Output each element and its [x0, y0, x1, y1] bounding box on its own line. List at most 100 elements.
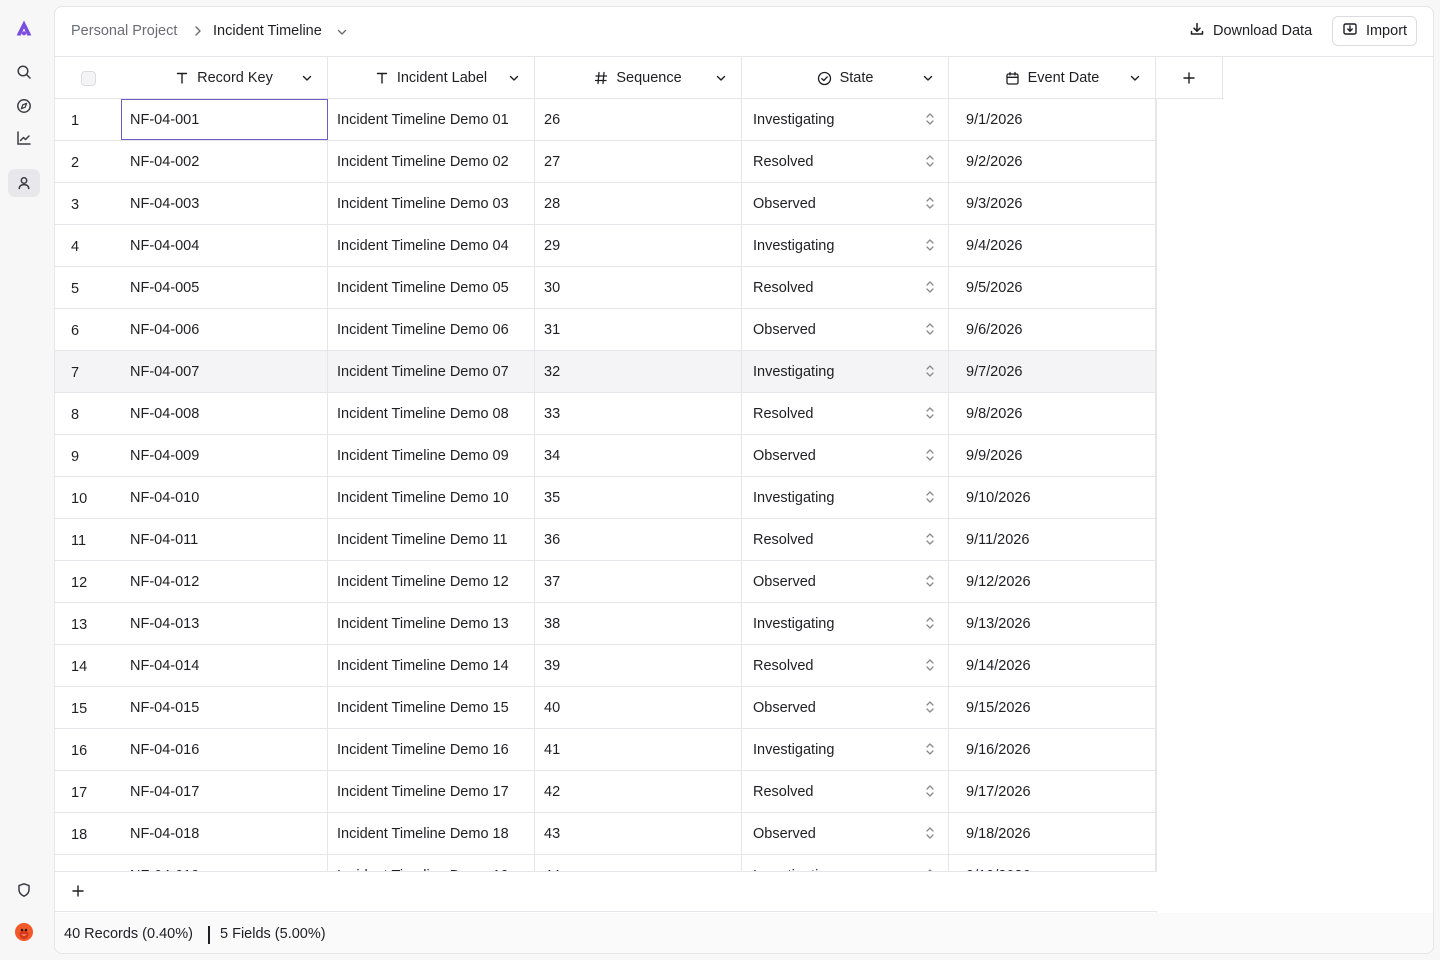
table-row[interactable]: 8 NF-04-008 Incident Timeline Demo 08 33 Res… — [55, 393, 1157, 435]
cell-sequence[interactable]: 35 — [535, 477, 742, 518]
select-updown-icon[interactable] — [925, 112, 935, 130]
cell-sequence[interactable]: 38 — [535, 603, 742, 644]
cell-record-key[interactable]: NF-04-012 — [121, 561, 328, 602]
table-row[interactable]: 14 NF-04-014 Incident Timeline Demo 14 39 Re… — [55, 645, 1157, 687]
column-header-event-date[interactable]: Event Date — [949, 57, 1156, 99]
cell-sequence[interactable]: 39 — [535, 645, 742, 686]
cell-sequence[interactable]: 33 — [535, 393, 742, 434]
cell-event-date[interactable]: 9/7/2026 — [949, 351, 1156, 392]
cell-sequence[interactable]: 32 — [535, 351, 742, 392]
table-row[interactable]: 12 NF-04-012 Incident Timeline Demo 12 37 Ob… — [55, 561, 1157, 603]
chevron-down-icon[interactable] — [336, 25, 348, 43]
cell-event-date[interactable]: 9/18/2026 — [949, 813, 1156, 854]
cell-event-date[interactable]: 9/19/2026 — [949, 855, 1156, 872]
cell-event-date[interactable]: 9/12/2026 — [949, 561, 1156, 602]
cell-sequence[interactable]: 42 — [535, 771, 742, 812]
column-header-record-key[interactable]: Record Key — [121, 57, 328, 99]
cell-incident-label[interactable]: Incident Timeline Demo 17 — [328, 771, 535, 812]
cell-state[interactable]: Investigating — [742, 225, 949, 266]
cell-record-key[interactable]: NF-04-013 — [121, 603, 328, 644]
shield-icon[interactable] — [8, 876, 40, 904]
select-updown-icon[interactable] — [925, 406, 935, 424]
cell-incident-label[interactable]: Incident Timeline Demo 05 — [328, 267, 535, 308]
cell-state[interactable]: Investigating — [742, 603, 949, 644]
cell-incident-label[interactable]: Incident Timeline Demo 13 — [328, 603, 535, 644]
cell-event-date[interactable]: 9/10/2026 — [949, 477, 1156, 518]
chevron-down-icon[interactable] — [1129, 72, 1141, 88]
cell-sequence[interactable]: 36 — [535, 519, 742, 560]
cell-state[interactable]: Investigating — [742, 99, 949, 140]
cell-state[interactable]: Observed — [742, 183, 949, 224]
avatar[interactable] — [8, 918, 40, 946]
column-header-sequence[interactable]: Sequence — [535, 57, 742, 99]
cell-event-date[interactable]: 9/4/2026 — [949, 225, 1156, 266]
cell-state[interactable]: Observed — [742, 813, 949, 854]
table-row[interactable]: 7 NF-04-007 Incident Timeline Demo 07 32 Inv… — [55, 351, 1157, 393]
cell-record-key[interactable]: NF-04-003 — [121, 183, 328, 224]
cell-event-date[interactable]: 9/16/2026 — [949, 729, 1156, 770]
cell-record-key[interactable]: NF-04-008 — [121, 393, 328, 434]
cell-sequence[interactable]: 30 — [535, 267, 742, 308]
cell-record-key[interactable]: NF-04-004 — [121, 225, 328, 266]
table-row[interactable]: 11 NF-04-011 Incident Timeline Demo 11 36 Re… — [55, 519, 1157, 561]
cell-state[interactable]: Resolved — [742, 771, 949, 812]
breadcrumb-project[interactable]: Personal Project — [71, 23, 177, 39]
select-updown-icon[interactable] — [925, 532, 935, 550]
cell-incident-label[interactable]: Incident Timeline Demo 12 — [328, 561, 535, 602]
cell-record-key[interactable]: NF-04-016 — [121, 729, 328, 770]
cell-sequence[interactable]: 40 — [535, 687, 742, 728]
cell-incident-label[interactable]: Incident Timeline Demo 09 — [328, 435, 535, 476]
table-row[interactable]: 4 NF-04-004 Incident Timeline Demo 04 29 Inv… — [55, 225, 1157, 267]
select-updown-icon[interactable] — [925, 574, 935, 592]
cell-event-date[interactable]: 9/13/2026 — [949, 603, 1156, 644]
cell-record-key[interactable]: NF-04-018 — [121, 813, 328, 854]
cell-state[interactable]: Resolved — [742, 645, 949, 686]
select-updown-icon[interactable] — [925, 784, 935, 802]
cell-sequence[interactable]: 34 — [535, 435, 742, 476]
cell-event-date[interactable]: 9/15/2026 — [949, 687, 1156, 728]
cell-state[interactable]: Investigating — [742, 477, 949, 518]
table-row[interactable]: 1 NF-04-001 Incident Timeline Demo 01 26 Inv… — [55, 99, 1157, 141]
chevron-down-icon[interactable] — [508, 72, 520, 88]
cell-state[interactable]: Resolved — [742, 393, 949, 434]
add-row-button[interactable] — [71, 884, 85, 903]
select-updown-icon[interactable] — [925, 658, 935, 676]
cell-record-key[interactable]: NF-04-006 — [121, 309, 328, 350]
table-row[interactable]: 9 NF-04-009 Incident Timeline Demo 09 34 Obs… — [55, 435, 1157, 477]
cell-sequence[interactable]: 29 — [535, 225, 742, 266]
chart-icon[interactable] — [8, 124, 40, 152]
cell-state[interactable]: Observed — [742, 309, 949, 350]
chevron-down-icon[interactable] — [715, 72, 727, 88]
cell-incident-label[interactable]: Incident Timeline Demo 10 — [328, 477, 535, 518]
breadcrumb-table[interactable]: Incident Timeline — [213, 23, 322, 39]
add-column-button[interactable] — [1156, 57, 1223, 99]
table-row[interactable]: 15 NF-04-015 Incident Timeline Demo 15 40 Ob… — [55, 687, 1157, 729]
cell-record-key[interactable]: NF-04-005 — [121, 267, 328, 308]
cell-incident-label[interactable]: Incident Timeline Demo 16 — [328, 729, 535, 770]
cell-incident-label[interactable]: Incident Timeline Demo 08 — [328, 393, 535, 434]
cell-record-key[interactable]: NF-04-015 — [121, 687, 328, 728]
cell-state[interactable]: Observed — [742, 687, 949, 728]
logo-icon[interactable] — [8, 14, 40, 42]
cell-sequence[interactable]: 43 — [535, 813, 742, 854]
cell-state[interactable]: Resolved — [742, 267, 949, 308]
cell-record-key[interactable]: NF-04-009 — [121, 435, 328, 476]
select-updown-icon[interactable] — [925, 364, 935, 382]
cell-sequence[interactable]: 28 — [535, 183, 742, 224]
cell-record-key[interactable]: NF-04-011 — [121, 519, 328, 560]
cell-event-date[interactable]: 9/6/2026 — [949, 309, 1156, 350]
table-row[interactable]: 19NF-04-019Incident Timeline Demo 1944In… — [55, 855, 1157, 872]
table-row[interactable]: 3 NF-04-003 Incident Timeline Demo 03 28 Obs… — [55, 183, 1157, 225]
cell-event-date[interactable]: 9/9/2026 — [949, 435, 1156, 476]
cell-state[interactable]: Investigating — [742, 729, 949, 770]
select-updown-icon[interactable] — [925, 196, 935, 214]
select-updown-icon[interactable] — [925, 826, 935, 844]
cell-state[interactable]: Resolved — [742, 519, 949, 560]
download-data-button[interactable]: Download Data — [1181, 16, 1320, 46]
table-row[interactable]: 5 NF-04-005 Incident Timeline Demo 05 30 Res… — [55, 267, 1157, 309]
user-icon[interactable] — [8, 169, 40, 197]
cell-record-key[interactable]: NF-04-001 — [121, 99, 328, 140]
table-row[interactable]: 18 NF-04-018 Incident Timeline Demo 18 43 Ob… — [55, 813, 1157, 855]
cell-incident-label[interactable]: Incident Timeline Demo 04 — [328, 225, 535, 266]
cell-state[interactable]: Investigating — [742, 351, 949, 392]
